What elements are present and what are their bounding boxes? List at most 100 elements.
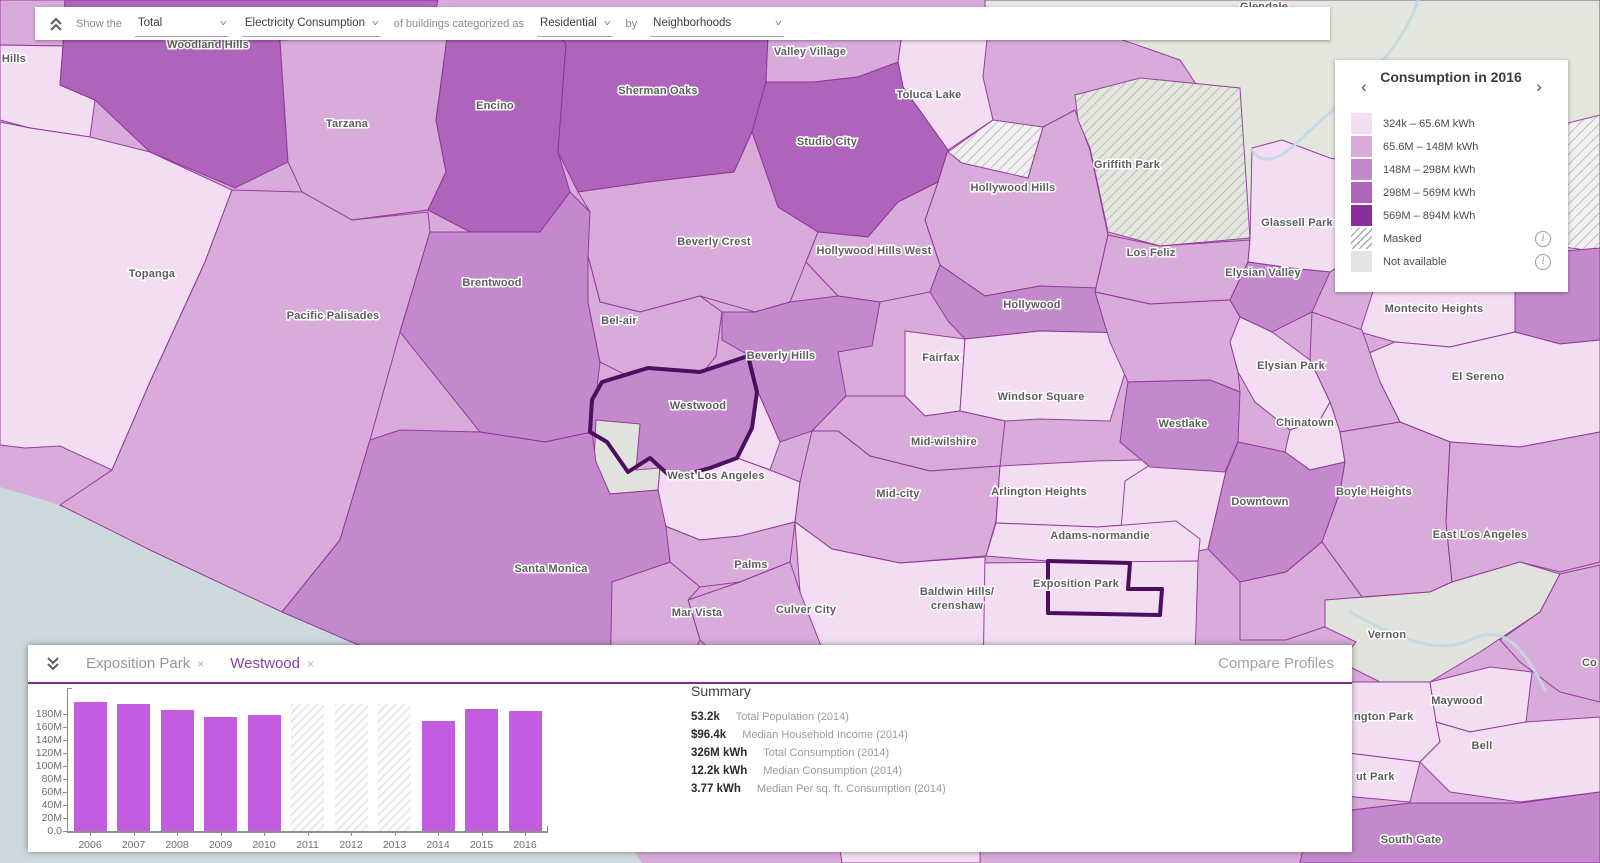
map-label-santa-monica: Santa Monica <box>514 563 588 575</box>
consumption-bar-chart: 180M160M140M120M100M80M60M40M20M0.020062… <box>28 684 628 852</box>
region-bell[interactable] <box>1420 717 1600 802</box>
app-root: Sepulveda BasinGlendaleWoodland HillsHil… <box>0 0 1600 863</box>
close-tab-icon[interactable]: × <box>307 657 314 671</box>
bar-2008[interactable] <box>161 710 194 831</box>
chart-ytick <box>63 792 67 793</box>
category-dropdown[interactable]: Residential ˅ <box>537 11 613 37</box>
region-east-los-angeles[interactable] <box>1446 432 1600 582</box>
chart-ytick-label: 180M <box>28 708 62 720</box>
chart-ytick-label: 80M <box>28 773 62 785</box>
legend-row-5: Masked i <box>1351 227 1568 250</box>
map-label-montecito-heights: Montecito Heights <box>1385 303 1484 315</box>
grouping-value: Neighborhoods <box>653 17 731 29</box>
legend-next-year-button[interactable]: › <box>1530 78 1548 96</box>
map-label-hollywood: Hollywood <box>1003 299 1060 311</box>
map-label-fairfax: Fairfax <box>922 352 960 364</box>
grouping-dropdown[interactable]: Neighborhoods ˅ <box>650 11 784 37</box>
legend-swatch-b5 <box>1351 205 1372 226</box>
bar-2009[interactable] <box>204 717 237 831</box>
chart-xtick-label: 2013 <box>373 839 417 851</box>
legend-row-2: 148M – 298M kWh <box>1351 158 1568 181</box>
map-label-griffith-park: Griffith Park <box>1094 159 1161 171</box>
legend-prev-year-button[interactable]: ‹ <box>1355 78 1373 96</box>
map-label-co: Co <box>1582 657 1597 669</box>
map-label-west-los-angeles: West Los Angeles <box>667 470 764 482</box>
map-label-downtown: Downtown <box>1231 496 1288 508</box>
region-windsor-square[interactable] <box>960 331 1128 421</box>
map-label-vernon: Vernon <box>1368 629 1407 641</box>
legend-swatch-b2 <box>1351 136 1372 157</box>
collapse-toolbar-icon[interactable] <box>49 16 63 32</box>
chart-ytick <box>63 779 67 780</box>
legend-items: 324k – 65.6M kWh65.6M – 148M kWh148M – 2… <box>1335 112 1568 273</box>
bar-2007[interactable] <box>117 704 150 831</box>
bar-2006[interactable] <box>74 702 107 831</box>
bar-2014[interactable] <box>422 721 455 831</box>
summary-label: Total Population (2014) <box>736 711 849 723</box>
chart-xtick-label: 2007 <box>112 839 156 851</box>
summary-label: Total Consumption (2014) <box>763 747 889 759</box>
region-fairfax[interactable] <box>905 331 965 416</box>
region-encino[interactable] <box>428 32 570 232</box>
chart-ytick-label: 140M <box>28 734 62 746</box>
map-label-ut-park: ut Park <box>1356 771 1395 783</box>
map-label-sherman-oaks: Sherman Oaks <box>618 85 697 97</box>
summary-value: 53.2k <box>691 711 720 723</box>
map-label-hills: Hills <box>2 53 26 65</box>
chart-ytick-label: 40M <box>28 799 62 811</box>
bar-2016[interactable] <box>509 711 542 831</box>
tab-label: Westwood <box>230 655 300 672</box>
profile-panel: Exposition Park × Westwood × Compare Profil… <box>28 645 1352 852</box>
summary-value: 3.77 kWh <box>691 783 741 795</box>
metric-dropdown[interactable]: Electricity Consumption ˅ <box>242 11 381 37</box>
legend-label: Masked <box>1383 233 1422 245</box>
legend-swatch-b1 <box>1351 113 1372 134</box>
summary-row-0: 53.2k Total Population (2014) <box>691 711 946 723</box>
legend-swatch-b4 <box>1351 182 1372 203</box>
aggregation-dropdown[interactable]: Total ˅ <box>135 11 229 37</box>
bar-2012-masked[interactable] <box>335 704 368 831</box>
summary-section: Summary 53.2kTotal Population (2014)$96.… <box>691 683 946 801</box>
legend-label: 65.6M – 148M kWh <box>1383 141 1478 153</box>
bar-2013-masked[interactable] <box>378 704 411 831</box>
map-label-glassell-park: Glassell Park <box>1261 217 1333 229</box>
summary-row-2: 326M kWh Total Consumption (2014) <box>691 747 946 759</box>
map-label-east-los-angeles: East Los Angeles <box>1433 529 1528 541</box>
collapse-panel-icon[interactable] <box>46 656 60 672</box>
chart-ytick <box>63 766 67 767</box>
bar-2011-masked[interactable] <box>291 704 324 831</box>
map-label-westwood: Westwood <box>670 400 726 412</box>
chart-ytick-label: 60M <box>28 786 62 798</box>
legend-label: 569M – 894M kWh <box>1383 210 1475 222</box>
map-label-exposition-park: Exposition Park <box>1033 578 1120 590</box>
map-label-chinatown: Chinatown <box>1276 417 1334 429</box>
aggregation-value: Total <box>138 17 162 29</box>
legend-row-1: 65.6M – 148M kWh <box>1351 135 1568 158</box>
bar-2015[interactable] <box>465 709 498 831</box>
map-label-elysian-park: Elysian Park <box>1257 360 1326 372</box>
summary-row-3: 12.2k kWhMedian Consumption (2014) <box>691 765 946 777</box>
chevron-down-icon: ˅ <box>775 19 782 28</box>
compare-profiles-button[interactable]: Compare Profiles <box>1218 655 1334 672</box>
legend-panel: ‹ Consumption in 2016 › 324k – 65.6M kWh… <box>1335 60 1568 292</box>
bar-2010[interactable] <box>248 715 281 831</box>
tab-exposition-park[interactable]: Exposition Park × <box>86 655 204 672</box>
summary-value: 326M kWh <box>691 747 747 759</box>
tab-westwood[interactable]: Westwood × <box>230 655 314 672</box>
legend-label: 298M – 569M kWh <box>1383 187 1475 199</box>
profile-tabs-row: Exposition Park × Westwood × Compare Profil… <box>28 645 1352 682</box>
map-label-crenshaw: crenshaw <box>931 600 984 612</box>
map-label-los-feliz: Los Feliz <box>1127 247 1176 259</box>
chart-ytick <box>63 818 67 819</box>
close-tab-icon[interactable]: × <box>197 657 204 671</box>
chart-x-axis <box>67 831 548 833</box>
tab-label: Exposition Park <box>86 655 190 672</box>
info-icon[interactable]: i <box>1535 254 1551 270</box>
info-icon[interactable]: i <box>1535 231 1551 247</box>
map-label-elysian-valley: Elysian Valley <box>1225 267 1301 279</box>
summary-value: 12.2k kWh <box>691 765 747 777</box>
map-label-arlington-heights: Arlington Heights <box>991 486 1087 498</box>
summary-title: Summary <box>691 683 946 699</box>
legend-swatch-masked <box>1351 228 1372 249</box>
region-adams-normandie[interactable] <box>986 521 1200 563</box>
